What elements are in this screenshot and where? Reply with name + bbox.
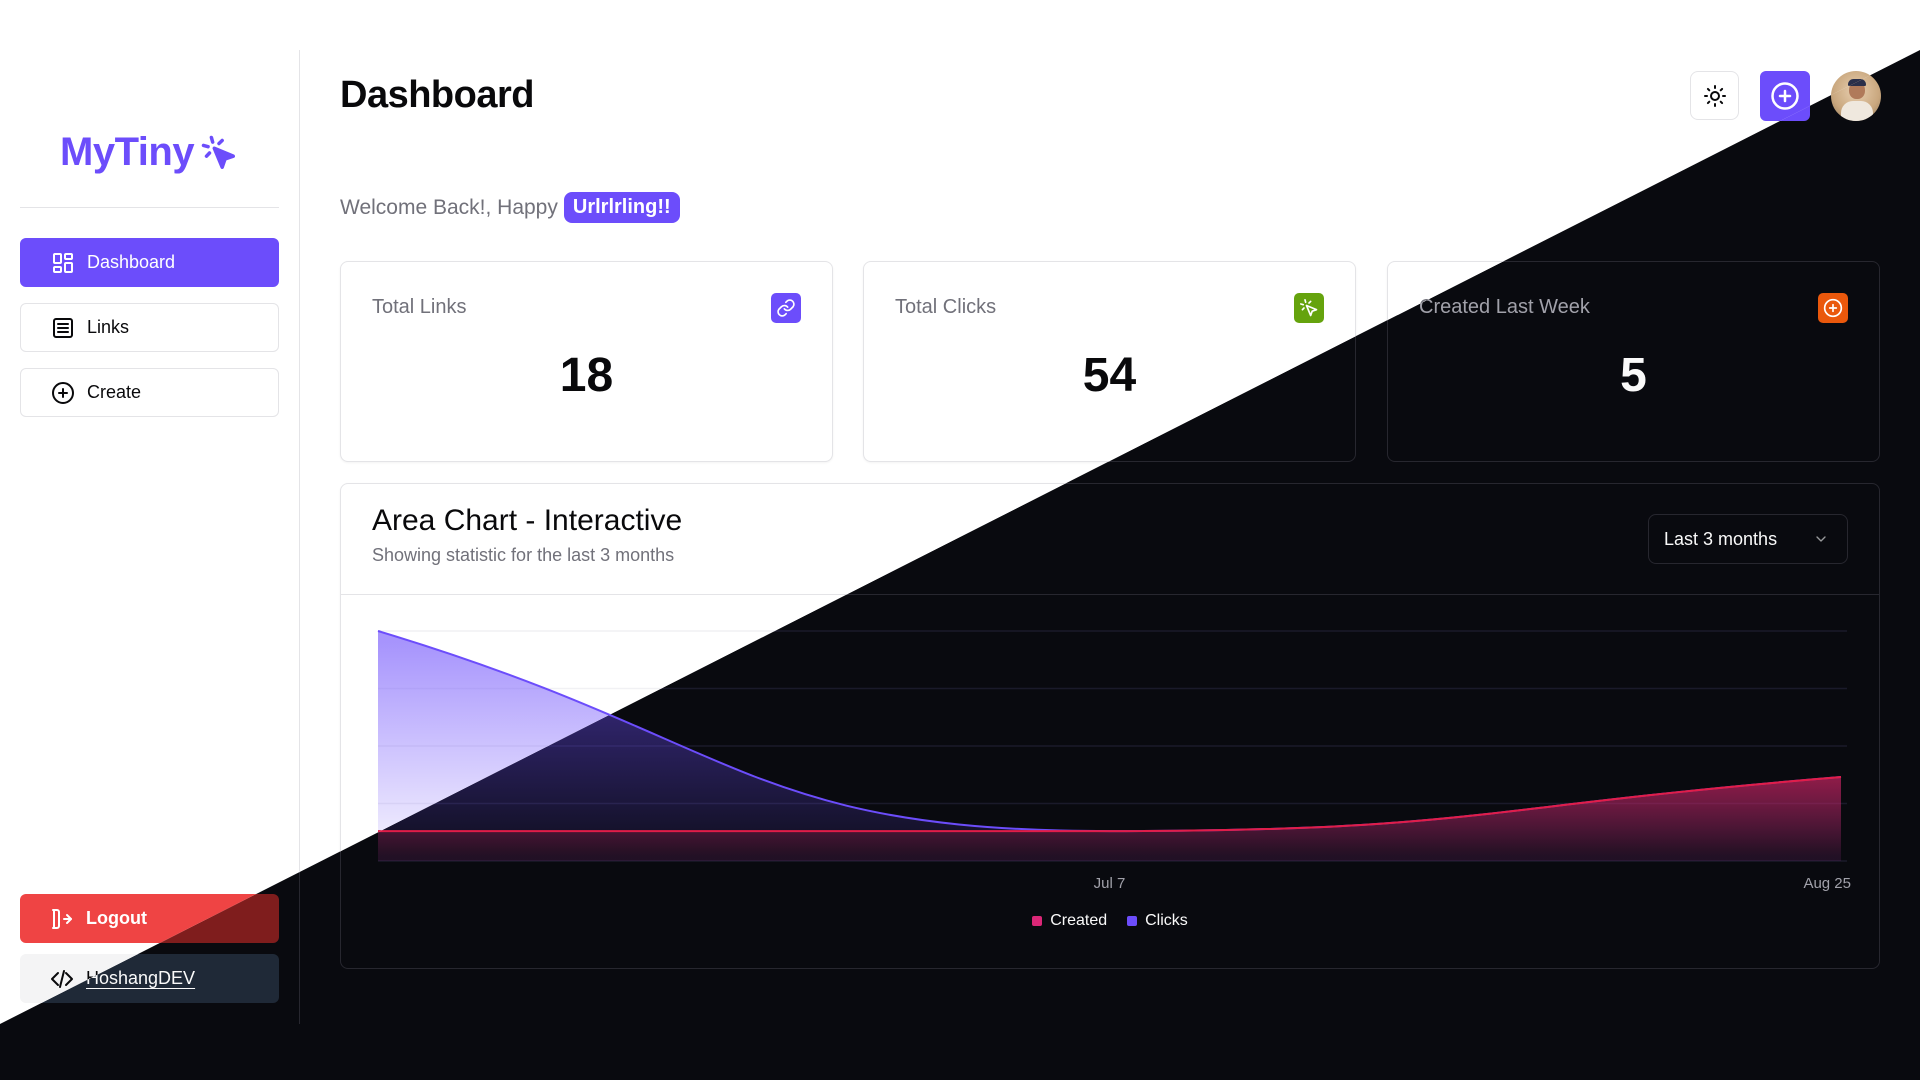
avatar-shirt bbox=[1841, 101, 1873, 121]
plus-circle-icon bbox=[1818, 293, 1848, 323]
plus-circle-icon bbox=[52, 381, 74, 404]
stat-value: 5 bbox=[1620, 349, 1647, 402]
plus-circle-icon bbox=[1771, 82, 1799, 110]
legend-swatch bbox=[1127, 916, 1138, 926]
theme-toggle-button[interactable] bbox=[1690, 71, 1739, 120]
stat-card-total-links: Total Links 18 bbox=[340, 261, 833, 462]
sidebar-item-create[interactable]: Create bbox=[20, 368, 279, 417]
legend-label: Clicks bbox=[1145, 912, 1188, 929]
x-tick-label: Jul 7 bbox=[1094, 875, 1126, 892]
welcome-message: Welcome Back!, Happy Urlrlrling!! bbox=[340, 192, 680, 223]
page-title: Dashboard bbox=[340, 74, 534, 116]
sidebar-item-label: Dashboard bbox=[87, 252, 176, 272]
sidebar-item-links[interactable]: Links bbox=[20, 303, 279, 352]
sidebar-divider bbox=[20, 207, 279, 208]
sidebar: MyTiny Dashboard Links Create bbox=[0, 50, 299, 1024]
link-icon bbox=[771, 293, 801, 323]
legend-item-created[interactable]: Created bbox=[1032, 912, 1107, 930]
code-icon bbox=[51, 969, 73, 988]
x-tick-label: Aug 25 bbox=[1803, 875, 1851, 892]
sidebar-item-dashboard[interactable]: Dashboard bbox=[20, 238, 279, 287]
mouse-pointer-click-icon bbox=[1294, 293, 1324, 323]
stat-label: Created Last Week bbox=[1419, 296, 1590, 318]
legend-item-clicks[interactable]: Clicks bbox=[1127, 912, 1188, 930]
welcome-badge: Urlrlrling!! bbox=[563, 192, 680, 223]
stat-card-created-last-week: Created Last Week 5 bbox=[1387, 261, 1880, 462]
chart-legend: Created Clicks bbox=[341, 912, 1879, 930]
legend-swatch bbox=[1032, 916, 1043, 926]
logo-text: MyTiny bbox=[60, 130, 195, 174]
layout-grid-icon bbox=[53, 252, 73, 273]
logo[interactable]: MyTiny bbox=[60, 130, 238, 175]
legend-label: Created bbox=[1050, 912, 1108, 929]
log-out-icon bbox=[52, 908, 72, 929]
welcome-text: Welcome Back!, Happy bbox=[340, 195, 558, 219]
stat-label: Total Clicks bbox=[895, 296, 997, 318]
sun-icon bbox=[1703, 84, 1726, 107]
sidebar-item-label: Create bbox=[87, 382, 142, 402]
cursor-click-icon bbox=[201, 135, 236, 169]
logout-label: Logout bbox=[86, 908, 147, 928]
list-icon bbox=[53, 317, 73, 338]
stat-value: 18 bbox=[559, 349, 614, 402]
stat-label: Total Links bbox=[372, 296, 467, 318]
sidebar-item-label: Links bbox=[87, 317, 130, 337]
